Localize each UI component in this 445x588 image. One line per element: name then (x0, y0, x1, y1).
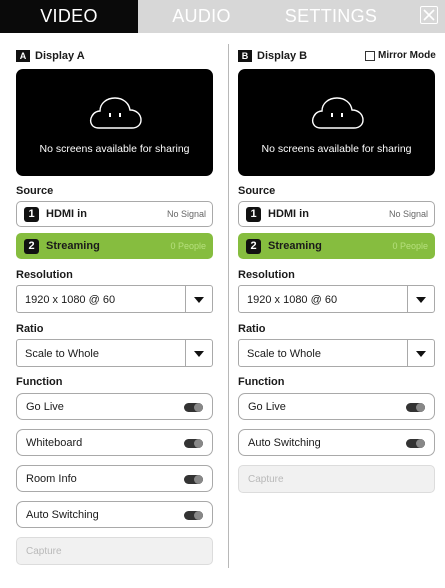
source-name: Streaming (46, 240, 100, 252)
display-b-function-label: Function (238, 376, 285, 388)
display-b-resolution-select[interactable]: 1920 x 1080 @ 60 (238, 285, 435, 313)
toggle-knob (194, 475, 203, 484)
tab-video[interactable]: VIDEO (0, 0, 138, 33)
source-number-badge: 2 (24, 239, 39, 254)
display-b-source-hdmi[interactable]: 1 HDMI in No Signal (238, 201, 435, 227)
source-number-badge: 1 (246, 207, 261, 222)
function-label: Go Live (248, 401, 286, 413)
display-a-title: Display A (35, 50, 85, 62)
source-status: 0 People (170, 241, 206, 251)
display-b-title: Display B (257, 50, 308, 62)
toggle-knob (416, 403, 425, 412)
toggle-switch[interactable] (406, 403, 425, 412)
toggle-switch[interactable] (184, 475, 203, 484)
function-label: Auto Switching (26, 509, 99, 521)
display-b-resolution-label: Resolution (238, 269, 295, 281)
display-a-source-hdmi[interactable]: 1 HDMI in No Signal (16, 201, 213, 227)
toggle-switch[interactable] (184, 439, 203, 448)
chevron-down-icon (194, 351, 204, 357)
select-separator (185, 286, 186, 312)
ratio-value: Scale to Whole (247, 348, 321, 360)
toggle-knob (194, 511, 203, 520)
display-a-function-label: Function (16, 376, 63, 388)
select-separator (407, 340, 408, 366)
tab-bar: VIDEO AUDIO SETTINGS (0, 0, 445, 33)
select-separator (185, 340, 186, 366)
display-a-preview-message: No screens available for sharing (39, 143, 190, 155)
toggle-switch[interactable] (406, 439, 425, 448)
display-b-auto-switching[interactable]: Auto Switching (238, 429, 435, 456)
display-a-room-info[interactable]: Room Info (16, 465, 213, 492)
display-b-ratio-label: Ratio (238, 323, 266, 335)
display-a-source-streaming[interactable]: 2 Streaming 0 People (16, 233, 213, 259)
toggle-switch[interactable] (184, 403, 203, 412)
function-label: Auto Switching (248, 437, 321, 449)
source-name: HDMI in (46, 208, 87, 220)
chevron-down-icon (416, 351, 426, 357)
display-a-go-live[interactable]: Go Live (16, 393, 213, 420)
source-number-badge: 2 (246, 239, 261, 254)
source-status: 0 People (392, 241, 428, 251)
display-a-header: A Display A (16, 50, 213, 62)
display-b-source-label: Source (238, 185, 276, 197)
cloud-icon (312, 97, 364, 129)
display-b-capture-button[interactable]: Capture (238, 465, 435, 493)
function-label: Whiteboard (26, 437, 83, 449)
display-a-ratio-label: Ratio (16, 323, 44, 335)
resolution-value: 1920 x 1080 @ 60 (25, 294, 116, 306)
select-separator (407, 286, 408, 312)
display-a-badge: A (16, 50, 30, 62)
display-a-ratio-select[interactable]: Scale to Whole (16, 339, 213, 367)
display-b-preview-message: No screens available for sharing (261, 143, 412, 155)
display-b-source-streaming[interactable]: 2 Streaming 0 People (238, 233, 435, 259)
source-name: Streaming (268, 240, 322, 252)
toggle-knob (416, 439, 425, 448)
display-a-source-label: Source (16, 185, 54, 197)
display-b-preview: No screens available for sharing (238, 69, 435, 176)
capture-label: Capture (26, 546, 62, 557)
toggle-knob (194, 403, 203, 412)
tab-audio[interactable]: AUDIO (138, 0, 265, 33)
display-a-resolution-label: Resolution (16, 269, 73, 281)
checkbox-icon[interactable] (365, 51, 375, 61)
mirror-mode-label: Mirror Mode (378, 50, 436, 61)
display-a-capture-button[interactable]: Capture (16, 537, 213, 565)
resolution-value: 1920 x 1080 @ 60 (247, 294, 338, 306)
display-a-auto-switching[interactable]: Auto Switching (16, 501, 213, 528)
toggle-switch[interactable] (184, 511, 203, 520)
capture-label: Capture (248, 474, 284, 485)
function-label: Go Live (26, 401, 64, 413)
display-b-go-live[interactable]: Go Live (238, 393, 435, 420)
display-b-badge: B (238, 50, 252, 62)
cloud-icon (90, 97, 142, 129)
tab-settings[interactable]: SETTINGS (265, 0, 397, 33)
function-label: Room Info (26, 473, 77, 485)
display-a-preview: No screens available for sharing (16, 69, 213, 176)
source-name: HDMI in (268, 208, 309, 220)
chevron-down-icon (416, 297, 426, 303)
mirror-mode-checkbox[interactable]: Mirror Mode (365, 50, 436, 62)
display-b-ratio-select[interactable]: Scale to Whole (238, 339, 435, 367)
close-icon[interactable] (420, 6, 438, 24)
ratio-value: Scale to Whole (25, 348, 99, 360)
chevron-down-icon (194, 297, 204, 303)
display-a-whiteboard[interactable]: Whiteboard (16, 429, 213, 456)
column-divider (228, 44, 229, 568)
source-number-badge: 1 (24, 207, 39, 222)
source-status: No Signal (166, 209, 206, 219)
display-a-resolution-select[interactable]: 1920 x 1080 @ 60 (16, 285, 213, 313)
display-b-header: B Display B Mirror Mode (238, 50, 436, 62)
source-status: No Signal (388, 209, 428, 219)
toggle-knob (194, 439, 203, 448)
